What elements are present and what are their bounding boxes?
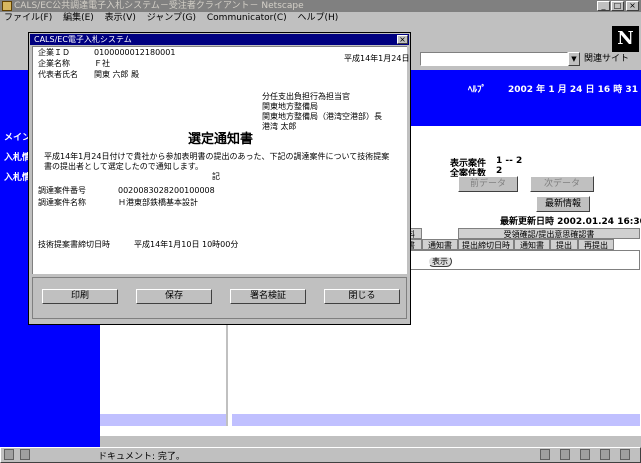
main-panel-scrollbar[interactable] (232, 414, 640, 426)
deadline: 平成14年1月10日 10時00分 (134, 240, 239, 249)
body-line-1: 平成14年1月24日付けで貴社から参加表明書の提出のあった、下記の調達案件につい… (44, 152, 390, 161)
col-header-group: 受領確認/提出意思確認書 (458, 228, 640, 239)
display-case-value: 1 -- 2 (496, 156, 523, 166)
netscape-logo-icon: N (612, 26, 639, 52)
col-header-notice-2: 通知書 (514, 239, 550, 250)
company-name-label: 企業名称 (38, 59, 70, 68)
next-data-button[interactable]: 次データ (530, 176, 594, 192)
location-input[interactable] (420, 52, 568, 66)
sender-line-2: 関東地方整備局 (262, 102, 318, 111)
case-name: Ｈ港東部鉄橋基本設計 (118, 198, 198, 207)
close-dialog-button[interactable]: 閉じる (324, 289, 400, 304)
display-button[interactable]: 表示 (428, 256, 452, 267)
ki-label: 記 (212, 172, 220, 181)
rep-label: 代表者氏名 (38, 70, 78, 79)
save-button[interactable]: 保存 (136, 289, 212, 304)
col-header-submit: 提出 (550, 239, 578, 250)
total-case-value: 2 (496, 166, 503, 176)
menu-bar: ファイル(F) 編集(E) 表示(V) ジャンプ(G) Communicator… (0, 12, 641, 24)
news-icon (580, 449, 590, 460)
menu-view[interactable]: 表示(V) (105, 13, 136, 23)
connection-icon (20, 449, 30, 460)
close-button[interactable]: × (626, 1, 639, 11)
browser-title-bar: CALS/EC公共調達電子入札システム－受注者クライアント－ Netscape (0, 0, 641, 12)
menu-help[interactable]: ヘルプ(H) (298, 13, 339, 23)
sender-line-1: 分任支出負担行為担当官 (262, 92, 350, 101)
col-header-deadline: 提出締切日時 (458, 239, 514, 250)
component-icon (540, 449, 550, 460)
sender-line-3: 関東地方整備局（港湾空港部）長 (262, 112, 382, 121)
app-icon (2, 1, 12, 11)
mail-icon (560, 449, 570, 460)
case-name-label: 調達案件名称 (38, 198, 86, 207)
composer-icon (600, 449, 610, 460)
maximize-button[interactable]: □ (611, 1, 624, 11)
company-name: Ｆ社 (94, 59, 110, 68)
prev-data-button[interactable]: 前データ (458, 176, 518, 192)
sidebar-item-bid-info-1[interactable]: 入札情 (4, 150, 31, 163)
col-header-notice: 通知書 (422, 239, 458, 250)
company-id-label: 企業ＩＤ (38, 48, 70, 57)
menu-communicator[interactable]: Communicator(C) (207, 13, 287, 23)
dialog-close-icon[interactable]: × (397, 35, 408, 44)
security-icon (4, 449, 14, 460)
last-updated: 最新更新日時 2002.01.24 16:30 (500, 217, 641, 227)
chevron-down-icon[interactable]: ▼ (568, 52, 580, 66)
menu-file[interactable]: ファイル(F) (4, 13, 52, 23)
verify-signature-button[interactable]: 署名検証 (230, 289, 306, 304)
related-sites-label: 関連サイト (584, 54, 630, 64)
case-no: 0020083028200100008 (118, 186, 215, 195)
latest-info-button[interactable]: 最新情報 (536, 196, 590, 212)
browser-title: CALS/EC公共調達電子入札システム－受注者クライアント－ Netscape (14, 1, 304, 11)
menu-edit[interactable]: 編集(E) (63, 13, 94, 23)
minimize-button[interactable]: _ (597, 1, 610, 11)
print-button[interactable]: 印刷 (42, 289, 118, 304)
rep-name: 関東 六郎 殿 (94, 70, 140, 79)
left-panel-scrollbar[interactable] (100, 414, 226, 426)
status-text: ドキュメント: 完了。 (98, 452, 185, 462)
current-datetime: 2002 年 1 月 24 日 16 時 31 分 (508, 85, 641, 95)
dialog-title: CALS/EC電子入札システム (30, 34, 409, 45)
col-header-resubmit: 再提出 (578, 239, 614, 250)
signal-icon (620, 449, 630, 460)
deadline-label: 技術提案書締切日時 (38, 240, 110, 249)
help-link[interactable]: ﾍﾙﾌﾟ (468, 82, 486, 95)
case-no-label: 調達案件番号 (38, 186, 86, 195)
sender-line-4: 港湾 太郎 (262, 122, 297, 131)
menu-go[interactable]: ジャンプ(G) (147, 13, 196, 23)
notice-title: 選定通知書 (188, 132, 254, 147)
notice-date: 平成14年1月24日 (344, 54, 410, 63)
company-id: 0100000012180001 (94, 48, 176, 57)
sidebar-item-bid-info-2[interactable]: 入札情 (4, 170, 31, 183)
body-line-2: 書の提出者として選定したので通知します。 (44, 162, 203, 171)
related-sites-link[interactable]: 関連サイト (584, 52, 640, 66)
